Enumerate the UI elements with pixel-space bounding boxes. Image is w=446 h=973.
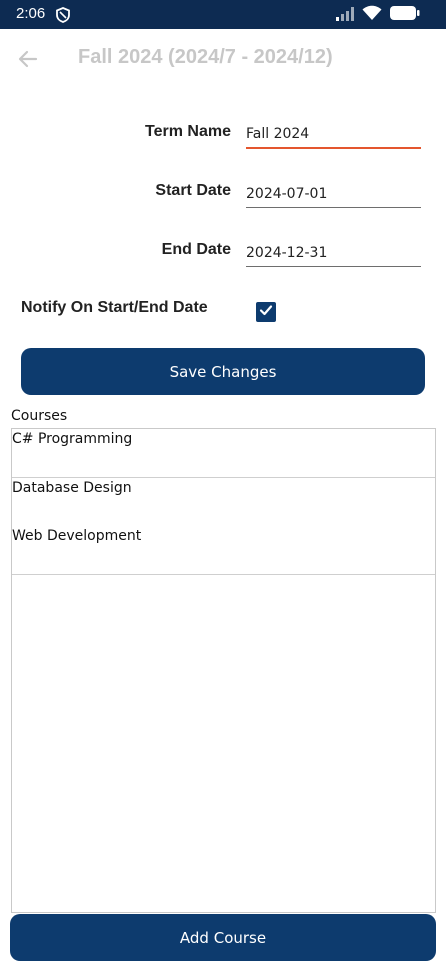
add-course-button[interactable]: Add Course bbox=[10, 914, 436, 961]
status-bar: 2:06 bbox=[0, 0, 446, 29]
notify-checkbox[interactable] bbox=[256, 302, 276, 322]
course-item-web[interactable]: Web Development bbox=[12, 528, 141, 544]
save-changes-button[interactable]: Save Changes bbox=[21, 348, 425, 395]
arrow-left-icon[interactable] bbox=[16, 47, 40, 71]
signal-icon bbox=[336, 6, 354, 25]
shield-icon bbox=[55, 7, 71, 23]
wifi-icon bbox=[362, 5, 382, 25]
start-date-label: Start Date bbox=[155, 182, 231, 199]
checkmark-icon bbox=[258, 302, 274, 322]
page-title: Fall 2024 (2024/7 - 2024/12) bbox=[78, 46, 333, 68]
start-date-field[interactable] bbox=[246, 180, 421, 208]
battery-icon bbox=[390, 5, 420, 25]
end-date-label: End Date bbox=[161, 241, 231, 258]
end-date-field[interactable] bbox=[246, 239, 421, 267]
row-divider bbox=[12, 574, 435, 575]
course-item-database[interactable]: Database Design bbox=[12, 480, 132, 496]
courses-list: C# Programming Database Design Web Devel… bbox=[11, 428, 436, 913]
status-icons bbox=[336, 5, 420, 25]
courses-heading: Courses bbox=[11, 408, 68, 424]
term-name-field[interactable] bbox=[246, 121, 421, 149]
notify-label: Notify On Start/End Date bbox=[21, 299, 208, 316]
app-bar: Fall 2024 (2024/7 - 2024/12) bbox=[0, 29, 446, 89]
course-item-csharp[interactable]: C# Programming bbox=[12, 431, 132, 447]
status-time: 2:06 bbox=[16, 5, 46, 22]
row-divider bbox=[12, 477, 435, 478]
term-name-label: Term Name bbox=[145, 123, 231, 140]
